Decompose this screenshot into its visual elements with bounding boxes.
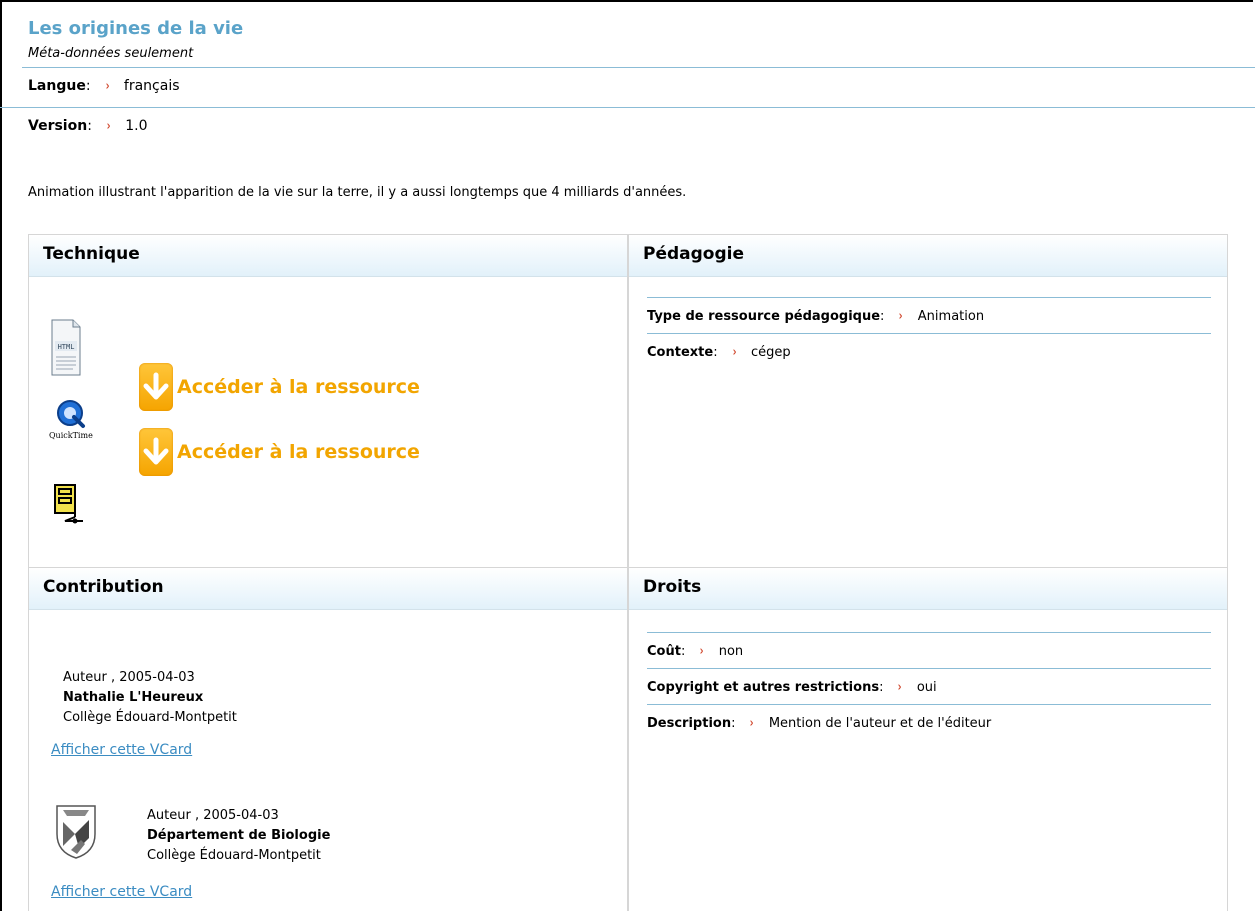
meta-label: Langue <box>28 78 86 94</box>
field-label: Description <box>647 715 732 731</box>
contributor-org: Collège Édouard-Montpetit <box>63 710 237 725</box>
field-copyright: Copyright et autres restrictions: › oui <box>647 668 1211 696</box>
meta-value: français <box>123 78 180 94</box>
chevron-right-icon: › <box>899 308 903 324</box>
meta-value: 1.0 <box>125 118 148 134</box>
contributor-card: Auteur , 2005-04-03 Nathalie L'Heureux C… <box>63 668 237 728</box>
page-title: Les origines de la vie <box>28 18 244 39</box>
page-subtitle: Méta-données seulement <box>28 46 194 61</box>
field-value: Mention de l'auteur et de l'éditeur <box>768 715 992 731</box>
chevron-right-icon: › <box>105 78 110 94</box>
access-resource-label: Accéder à la ressource <box>177 441 420 463</box>
show-vcard-link[interactable]: Afficher cette VCard <box>51 742 192 758</box>
html-file-icon: HTML <box>51 319 81 381</box>
chevron-right-icon: › <box>700 643 704 659</box>
divider <box>22 67 1255 68</box>
chevron-right-icon: › <box>898 679 903 695</box>
field-value: Animation <box>917 308 985 324</box>
meta-language: Langue: › français <box>28 78 180 94</box>
contributor-role: Auteur , 2005-04-03 <box>147 808 279 823</box>
colon: : <box>87 118 92 134</box>
download-arrow-icon <box>139 428 173 476</box>
colon: : <box>879 679 884 695</box>
pedagogie-title: Pédagogie <box>629 235 1227 277</box>
html-icon-text: HTML <box>58 343 75 351</box>
resource-description: Animation illustrant l'apparition de la … <box>28 185 687 200</box>
field-label: Coût <box>647 643 681 659</box>
field-label: Type de ressource pédagogique <box>647 308 881 324</box>
chevron-right-icon: › <box>106 118 111 134</box>
college-logo-icon <box>55 804 97 864</box>
access-resource-label: Accéder à la ressource <box>177 376 420 398</box>
contributor-name: Nathalie L'Heureux <box>63 690 204 705</box>
meta-label: Version <box>28 118 88 134</box>
colon: : <box>880 308 885 324</box>
archive-file-icon <box>53 483 85 529</box>
field-label: Copyright et autres restrictions <box>647 679 880 695</box>
field-resource-type: Type de ressource pédagogique: › Animati… <box>647 297 1211 325</box>
contribution-title: Contribution <box>29 568 627 610</box>
chevron-right-icon: › <box>750 715 755 731</box>
colon: : <box>680 643 686 659</box>
meta-version: Version: › 1.0 <box>28 118 148 134</box>
droits-title: Droits <box>629 568 1227 610</box>
chevron-right-icon: › <box>732 344 737 360</box>
field-value: non <box>718 643 744 659</box>
field-cost: Coût: › non <box>647 632 1211 660</box>
access-resource-button[interactable]: Accéder à la ressource <box>139 428 420 476</box>
pedagogie-panel: Pédagogie Type de ressource pédagogique:… <box>628 234 1228 568</box>
colon: : <box>713 344 718 360</box>
contributor-name: Département de Biologie <box>147 828 331 843</box>
contributor-org: Collège Édouard-Montpetit <box>147 848 321 863</box>
technique-title: Technique <box>29 235 627 277</box>
colon: : <box>85 78 91 94</box>
quicktime-label: QuickTime <box>49 431 93 440</box>
field-value: cégep <box>750 344 791 360</box>
droits-panel: Droits Coût: › non Copyright et autres r… <box>628 567 1228 911</box>
field-label: Contexte <box>647 344 714 360</box>
contributor-role: Auteur , 2005-04-03 <box>63 670 195 685</box>
field-rights-description: Description: › Mention de l'auteur et de… <box>647 704 1211 732</box>
divider <box>0 107 1255 108</box>
download-arrow-icon <box>139 363 173 411</box>
quicktime-icon: QuickTime <box>49 399 93 440</box>
contribution-panel: Contribution Auteur , 2005-04-03 Nathali… <box>28 567 628 911</box>
access-resource-button[interactable]: Accéder à la ressource <box>139 363 420 411</box>
field-value: oui <box>916 679 937 695</box>
contributor-card: Auteur , 2005-04-03 Département de Biolo… <box>147 806 330 866</box>
colon: : <box>731 715 736 731</box>
technique-panel: Technique HTML QuickTime Accéder à la re… <box>28 234 628 568</box>
show-vcard-link[interactable]: Afficher cette VCard <box>51 884 192 900</box>
field-context: Contexte: › cégep <box>647 333 1211 361</box>
